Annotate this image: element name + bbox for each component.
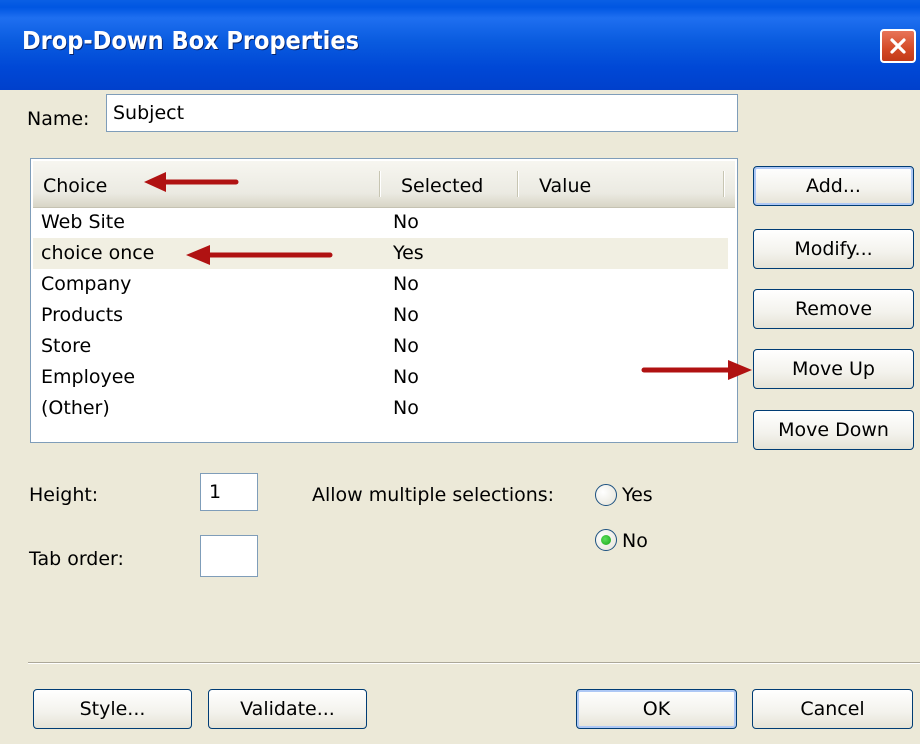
- selected-cell: No: [393, 335, 419, 357]
- choice-cell: Products: [41, 304, 124, 326]
- close-icon: [890, 38, 906, 54]
- height-input[interactable]: [200, 473, 258, 511]
- list-row[interactable]: Web Site No: [33, 207, 728, 238]
- list-header: Choice Selected Value: [33, 161, 735, 208]
- move-up-button[interactable]: Move Up: [753, 349, 914, 389]
- list-row-highlighted[interactable]: choice once Yes: [33, 238, 728, 269]
- add-button[interactable]: Add...: [753, 166, 914, 206]
- selected-cell: No: [393, 304, 419, 326]
- selected-cell: Yes: [393, 242, 424, 264]
- radio-no[interactable]: [595, 529, 617, 551]
- choice-cell: Store: [41, 335, 92, 357]
- column-divider[interactable]: [723, 171, 725, 197]
- choice-cell: (Other): [41, 397, 110, 419]
- dialog-title: Drop-Down Box Properties: [22, 26, 360, 55]
- column-header-choice[interactable]: Choice: [43, 161, 107, 207]
- radio-no-label[interactable]: No: [622, 530, 648, 552]
- title-bar: Drop-Down Box Properties: [0, 0, 920, 90]
- column-divider[interactable]: [379, 171, 381, 197]
- list-row[interactable]: Employee No: [33, 362, 728, 393]
- height-label: Height:: [29, 484, 99, 506]
- ok-button[interactable]: OK: [576, 689, 737, 729]
- selected-cell: No: [393, 273, 419, 295]
- column-divider[interactable]: [517, 171, 519, 197]
- column-header-value[interactable]: Value: [539, 161, 591, 207]
- choice-cell: Employee: [41, 366, 136, 388]
- move-down-button[interactable]: Move Down: [753, 410, 914, 450]
- radio-selected-indicator: [601, 535, 611, 545]
- list-row[interactable]: Store No: [33, 331, 728, 362]
- selected-cell: No: [393, 397, 419, 419]
- choice-cell: Company: [41, 273, 132, 295]
- allow-multiple-label: Allow multiple selections:: [312, 484, 555, 506]
- dialog-window: Drop-Down Box Properties Name: Choice Se…: [0, 0, 920, 744]
- column-header-selected[interactable]: Selected: [401, 161, 483, 207]
- annotation-arrow-icon: [641, 360, 752, 380]
- modify-button[interactable]: Modify...: [753, 229, 914, 269]
- radio-yes[interactable]: [595, 484, 617, 506]
- choice-cell: choice once: [41, 242, 155, 264]
- list-row[interactable]: Products No: [33, 300, 728, 331]
- cancel-button[interactable]: Cancel: [752, 689, 913, 729]
- style-button[interactable]: Style...: [33, 689, 192, 729]
- remove-button[interactable]: Remove: [753, 289, 914, 329]
- list-row[interactable]: (Other) No: [33, 393, 728, 424]
- annotation-arrow-icon: [144, 172, 239, 192]
- name-label: Name:: [27, 108, 90, 130]
- radio-yes-label[interactable]: Yes: [622, 484, 653, 506]
- name-input[interactable]: [106, 94, 738, 132]
- tab-order-label: Tab order:: [29, 548, 124, 570]
- close-button[interactable]: [880, 29, 916, 63]
- choice-cell: Web Site: [41, 211, 125, 233]
- selected-cell: No: [393, 366, 419, 388]
- list-row[interactable]: Company No: [33, 269, 728, 300]
- separator: [28, 662, 920, 664]
- selected-cell: No: [393, 211, 419, 233]
- tab-order-input[interactable]: [200, 535, 258, 577]
- validate-button[interactable]: Validate...: [208, 689, 367, 729]
- annotation-arrow-icon: [186, 245, 333, 265]
- choice-list[interactable]: Choice Selected Value Web Site No choice…: [30, 158, 738, 443]
